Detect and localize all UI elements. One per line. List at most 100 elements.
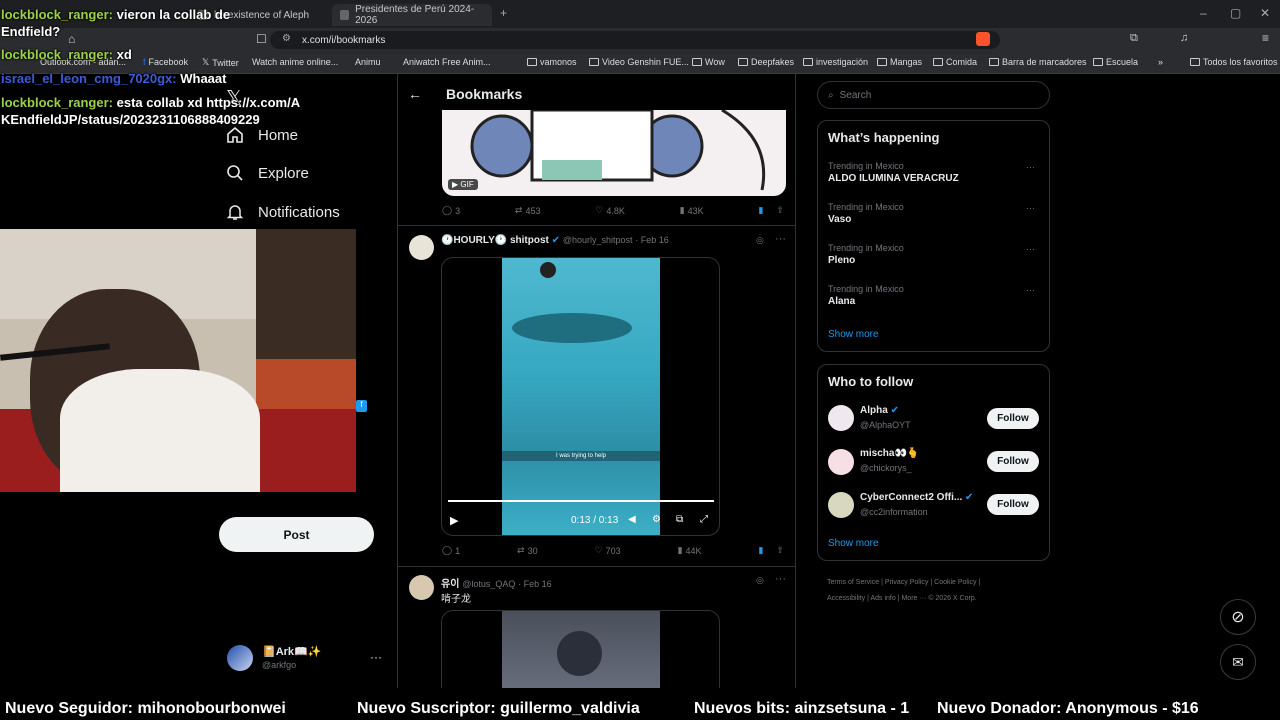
follow-button[interactable]: Follow xyxy=(987,494,1039,515)
pip-icon[interactable]: ⧉ xyxy=(676,514,683,525)
views-button[interactable]: ▮ 43K xyxy=(680,205,704,216)
like-button[interactable]: ♡ 4.8K xyxy=(595,205,625,216)
bookmark-filled-icon[interactable]: ▮ xyxy=(758,545,763,556)
bookmark-folder[interactable]: Barra de marcadores xyxy=(989,57,1087,67)
extensions-icon[interactable]: ⧉ xyxy=(1130,32,1138,45)
show-more-link[interactable]: Show more xyxy=(828,329,879,340)
brave-shield-icon[interactable] xyxy=(976,32,990,46)
bookmark-folder[interactable]: Todos los favoritos xyxy=(1190,57,1278,67)
avatar[interactable] xyxy=(409,235,434,260)
footer-link[interactable]: Terms of Service xyxy=(827,579,879,586)
bookmark-folder[interactable]: Escuela xyxy=(1093,57,1138,67)
menu-icon[interactable]: ≡ xyxy=(1262,31,1269,45)
browser-tab-active[interactable]: Presidentes de Perú 2024-2026 xyxy=(332,4,492,26)
tweet-date[interactable]: · Feb 16 xyxy=(635,235,669,245)
play-icon[interactable]: ▶ xyxy=(450,514,458,527)
trend-item[interactable]: Trending in Mexico ALDO ILUMINA VERACRUZ xyxy=(828,161,959,184)
trend-item[interactable]: Trending in Mexico Vaso xyxy=(828,202,904,225)
bookmark-folder[interactable]: vamonos xyxy=(527,57,577,67)
tweet-handle[interactable]: @lotus_QAQ xyxy=(462,579,515,589)
nav-home[interactable]: Home xyxy=(226,126,298,144)
more-icon[interactable]: ··· xyxy=(1026,285,1035,295)
bookmark-folder[interactable]: Deepfakes xyxy=(738,57,794,67)
url-field[interactable]: ⚙ x.com/i/bookmarks xyxy=(270,31,1000,49)
bookmark-item[interactable]: Animu xyxy=(355,57,381,67)
avatar[interactable] xyxy=(828,492,854,518)
nav-explore[interactable]: Explore xyxy=(226,164,309,182)
tweet-author[interactable]: 🕐HOURLY🕐 shitpost xyxy=(441,235,549,246)
bookmark-item[interactable]: Watch anime online... xyxy=(252,57,338,67)
avatar[interactable] xyxy=(828,449,854,475)
tweet-handle[interactable]: @hourly_shitpost xyxy=(563,235,633,245)
fullscreen-icon[interactable]: ⤢ xyxy=(700,514,708,525)
avatar[interactable] xyxy=(828,405,854,431)
trend-item[interactable]: Trending in Mexico Alana xyxy=(828,284,904,307)
user-name[interactable]: mischa👀🫰 xyxy=(860,448,919,459)
like-button[interactable]: ♡ 703 xyxy=(595,545,621,556)
chevron-right-icon[interactable]: » xyxy=(1158,57,1163,67)
more-icon[interactable]: ··· xyxy=(370,650,382,664)
reply-button[interactable]: ◯ 1 xyxy=(442,545,460,556)
bookmark-filled-icon[interactable]: ▮ xyxy=(758,205,763,216)
minimize-icon[interactable]: – xyxy=(1200,6,1207,20)
close-icon[interactable]: ✕ xyxy=(1260,6,1270,20)
footer-link[interactable]: Privacy Policy xyxy=(885,579,929,586)
avatar[interactable] xyxy=(409,575,434,600)
avatar[interactable] xyxy=(227,645,253,671)
more-icon[interactable]: ··· xyxy=(775,233,786,245)
more-icon[interactable]: ··· xyxy=(1026,162,1035,172)
more-icon[interactable]: ··· xyxy=(775,573,786,585)
user-handle[interactable]: @chickorys_ xyxy=(860,463,912,473)
show-more-link[interactable]: Show more xyxy=(828,538,879,549)
post-button[interactable]: Post xyxy=(219,517,374,552)
trend-item[interactable]: Trending in Mexico Pleno xyxy=(828,243,904,266)
tweet-header: 유이 @lotus_QAQ · Feb 16 xyxy=(441,575,552,590)
tweet-author[interactable]: 유이 xyxy=(441,579,459,590)
volume-icon[interactable]: ◀ xyxy=(628,514,636,525)
share-icon[interactable]: ⇧ xyxy=(776,545,784,556)
follow-button[interactable]: Follow xyxy=(987,408,1039,429)
tweet-image[interactable] xyxy=(441,610,720,688)
bookmark-folder[interactable]: Mangas xyxy=(877,57,922,67)
user-handle[interactable]: @cc2information xyxy=(860,507,928,517)
follow-button[interactable]: Follow xyxy=(987,451,1039,472)
site-settings-icon[interactable]: ⚙ xyxy=(282,33,291,44)
tweet-date[interactable]: · Feb 16 xyxy=(518,579,552,589)
settings-icon[interactable]: ⚙ xyxy=(652,514,661,525)
tweet-media-gif[interactable]: ▶ GIF xyxy=(442,110,786,196)
footer-link[interactable]: Ads info xyxy=(870,595,895,602)
user-name[interactable]: CyberConnect2 Offi... ✔ xyxy=(860,492,973,503)
reply-button[interactable]: ◯ 3 xyxy=(442,205,460,216)
video-progress-bar[interactable] xyxy=(448,500,714,502)
bookmark-folder[interactable]: investigación xyxy=(803,57,868,67)
bookmark-folder[interactable]: Wow xyxy=(692,57,725,67)
new-tab-icon[interactable]: + xyxy=(500,6,507,20)
messages-icon[interactable]: ✉ xyxy=(1220,644,1256,680)
grok-icon[interactable]: ⊘ xyxy=(1220,599,1256,635)
bookmark-folder[interactable]: Video Genshin FUE... xyxy=(589,57,689,67)
bookmark-folder[interactable]: Comida xyxy=(933,57,977,67)
views-button[interactable]: ▮ 44K xyxy=(678,545,702,556)
media-icon[interactable]: ♫ xyxy=(1180,32,1188,44)
nav-notifications[interactable]: Notifications xyxy=(226,203,340,221)
repost-button[interactable]: ⇄ 453 xyxy=(515,205,541,216)
grok-icon[interactable]: ◎ xyxy=(756,235,764,246)
search-input[interactable]: ⌕ Search xyxy=(817,81,1050,109)
footer-link[interactable]: Accessibility xyxy=(827,595,865,602)
bookmark-item[interactable]: f Facebook xyxy=(143,57,188,67)
more-icon[interactable]: ··· xyxy=(1026,203,1035,213)
footer-link[interactable]: More ··· xyxy=(901,595,926,602)
share-icon[interactable]: ⇧ xyxy=(776,205,784,216)
back-arrow-icon[interactable]: ← xyxy=(408,86,422,102)
repost-button[interactable]: ⇄ 30 xyxy=(517,545,538,556)
user-name[interactable]: Alpha ✔ xyxy=(860,405,899,416)
footer-link[interactable]: Cookie Policy xyxy=(934,579,976,586)
bookmark-item[interactable]: Aniwatch Free Anim... xyxy=(403,57,491,67)
user-handle[interactable]: @AlphaOYT xyxy=(860,420,911,430)
tweet-video[interactable]: I was trying to help ▶ 0:13 / 0:13 ◀ ⚙ ⧉… xyxy=(441,257,720,536)
bookmark-item[interactable]: 𝕏 Twitter xyxy=(202,57,239,68)
more-icon[interactable]: ··· xyxy=(1026,244,1035,254)
bookmark-icon[interactable]: ☐ xyxy=(256,32,267,46)
grok-icon[interactable]: ◎ xyxy=(756,575,764,586)
maximize-icon[interactable]: ▢ xyxy=(1230,6,1241,20)
